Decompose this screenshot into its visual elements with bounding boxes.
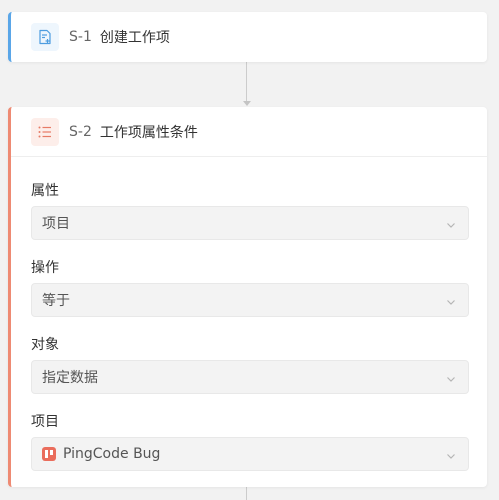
project-select[interactable]: PingCode Bug	[31, 437, 469, 471]
step-code: S-1	[69, 29, 92, 45]
select-value: 等于	[42, 293, 70, 309]
select-value: 项目	[42, 216, 70, 232]
add-document-icon	[31, 23, 59, 51]
field-label-project: 项目	[31, 414, 59, 430]
step-connector-line	[246, 62, 247, 102]
target-select[interactable]: 指定数据	[31, 360, 469, 394]
chevron-down-icon	[446, 372, 456, 388]
field-label-attribute: 属性	[31, 183, 59, 199]
step-header: S-1 创建工作项	[11, 12, 487, 62]
connector-arrow-icon	[243, 101, 251, 106]
operation-select[interactable]: 等于	[31, 283, 469, 317]
step-title: 工作项属性条件	[99, 124, 198, 141]
step-code: S-2	[69, 123, 92, 140]
chevron-down-icon	[446, 218, 456, 234]
step-title: 创建工作项	[99, 30, 170, 46]
step-card-s1[interactable]: S-1 创建工作项	[8, 12, 487, 62]
step-connector-line-bottom	[246, 487, 247, 500]
step-card-s2[interactable]: S-2 工作项属性条件 属性 项目 操作 等于 对象 指定数据 项目 PingC…	[8, 107, 487, 487]
chevron-down-icon	[446, 295, 456, 311]
step-header: S-2 工作项属性条件	[11, 107, 487, 157]
field-label-operation: 操作	[31, 260, 59, 276]
field-label-target: 对象	[31, 337, 59, 353]
project-icon	[42, 447, 56, 461]
chevron-down-icon	[446, 449, 456, 465]
list-icon	[31, 117, 59, 146]
attribute-select[interactable]: 项目	[31, 206, 469, 240]
select-value: 指定数据	[42, 370, 98, 386]
select-value: PingCode Bug	[63, 446, 161, 462]
